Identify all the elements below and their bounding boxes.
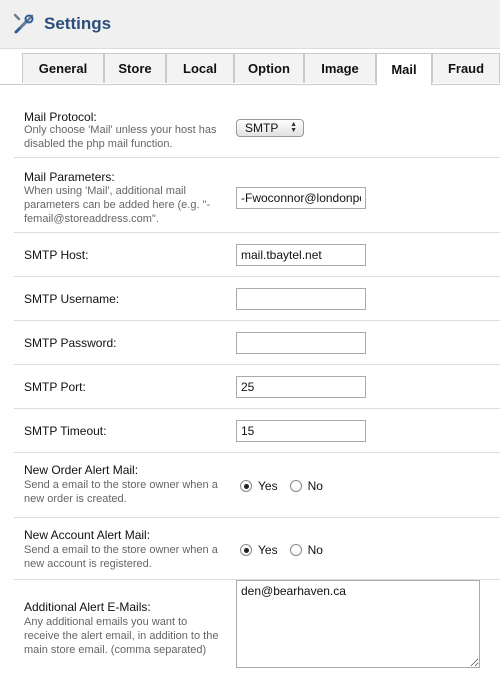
smtp-username-label: SMTP Username: bbox=[24, 292, 120, 306]
smtp-timeout-input[interactable] bbox=[236, 420, 366, 442]
mail-protocol-help: Only choose 'Mail' unless your host has … bbox=[24, 124, 217, 150]
new-account-alert-yes-label: Yes bbox=[258, 543, 278, 557]
new-account-alert-no-label: No bbox=[307, 543, 323, 557]
smtp-port-label: SMTP Port: bbox=[24, 380, 86, 394]
new-order-alert-yes-label: Yes bbox=[258, 479, 278, 493]
mail-protocol-label: Mail Protocol: bbox=[24, 110, 97, 124]
row-additional-alert-emails: Additional Alert E-Mails: Any additional… bbox=[14, 580, 500, 685]
mail-parameters-help: When using 'Mail', additional mail param… bbox=[24, 185, 211, 225]
new-order-alert-no-radio[interactable] bbox=[289, 480, 302, 492]
tab-general[interactable]: General bbox=[22, 53, 104, 83]
new-order-alert-no-label: No bbox=[307, 479, 323, 493]
row-mail-protocol: Mail Protocol: Only choose 'Mail' unless… bbox=[14, 96, 500, 158]
row-smtp-port: SMTP Port: bbox=[14, 365, 500, 409]
row-new-account-alert: New Account Alert Mail: Send a email to … bbox=[14, 518, 500, 580]
mail-settings-form: Mail Protocol: Only choose 'Mail' unless… bbox=[14, 96, 500, 685]
row-smtp-host: SMTP Host: bbox=[14, 233, 500, 277]
smtp-host-input[interactable] bbox=[236, 244, 366, 266]
smtp-password-input[interactable] bbox=[236, 332, 366, 354]
new-order-alert-radio-group: Yes No bbox=[240, 479, 335, 493]
new-account-alert-no-radio[interactable] bbox=[289, 544, 302, 556]
row-mail-parameters: Mail Parameters: When using 'Mail', addi… bbox=[14, 158, 500, 233]
alert-emails-textarea[interactable]: den@bearhaven.ca bbox=[236, 580, 480, 668]
row-smtp-timeout: SMTP Timeout: bbox=[14, 409, 500, 453]
new-account-alert-help: Send a email to the store owner when a n… bbox=[24, 544, 218, 570]
chevron-up-down-icon: ▲ ▼ bbox=[290, 121, 297, 134]
smtp-username-input[interactable] bbox=[236, 288, 366, 310]
row-smtp-username: SMTP Username: bbox=[14, 277, 500, 321]
new-order-alert-help: Send a email to the store owner when a n… bbox=[24, 479, 218, 505]
mail-protocol-select[interactable]: SMTP ▲ ▼ bbox=[236, 119, 304, 137]
new-order-alert-yes-radio[interactable] bbox=[240, 480, 252, 492]
alert-emails-help: Any additional emails you want to receiv… bbox=[24, 616, 219, 656]
new-account-alert-radio-group: Yes No bbox=[240, 543, 335, 557]
new-order-alert-label: New Order Alert Mail: bbox=[24, 463, 139, 477]
smtp-port-input[interactable] bbox=[236, 376, 366, 398]
mail-protocol-value: SMTP bbox=[245, 121, 279, 135]
mail-parameters-input[interactable] bbox=[236, 187, 366, 209]
row-smtp-password: SMTP Password: bbox=[14, 321, 500, 365]
tab-local[interactable]: Local bbox=[166, 53, 234, 83]
row-new-order-alert: New Order Alert Mail: Send a email to th… bbox=[14, 453, 500, 518]
tab-bar: General Store Local Option Image Mail Fr… bbox=[0, 48, 500, 85]
smtp-host-label: SMTP Host: bbox=[24, 248, 89, 262]
tab-fraud[interactable]: Fraud bbox=[432, 53, 500, 83]
page-title: Settings bbox=[44, 14, 112, 33]
tab-option[interactable]: Option bbox=[234, 53, 304, 83]
smtp-password-label: SMTP Password: bbox=[24, 336, 117, 350]
tab-mail[interactable]: Mail bbox=[376, 53, 432, 85]
tools-icon bbox=[13, 13, 34, 34]
tab-store[interactable]: Store bbox=[104, 53, 166, 83]
new-account-alert-label: New Account Alert Mail: bbox=[24, 528, 151, 542]
page-header: Settings bbox=[0, 0, 500, 49]
alert-emails-label: Additional Alert E-Mails: bbox=[24, 600, 151, 614]
new-account-alert-yes-radio[interactable] bbox=[240, 544, 252, 556]
tab-image[interactable]: Image bbox=[304, 53, 376, 83]
smtp-timeout-label: SMTP Timeout: bbox=[24, 424, 107, 438]
mail-parameters-label: Mail Parameters: bbox=[24, 170, 115, 184]
